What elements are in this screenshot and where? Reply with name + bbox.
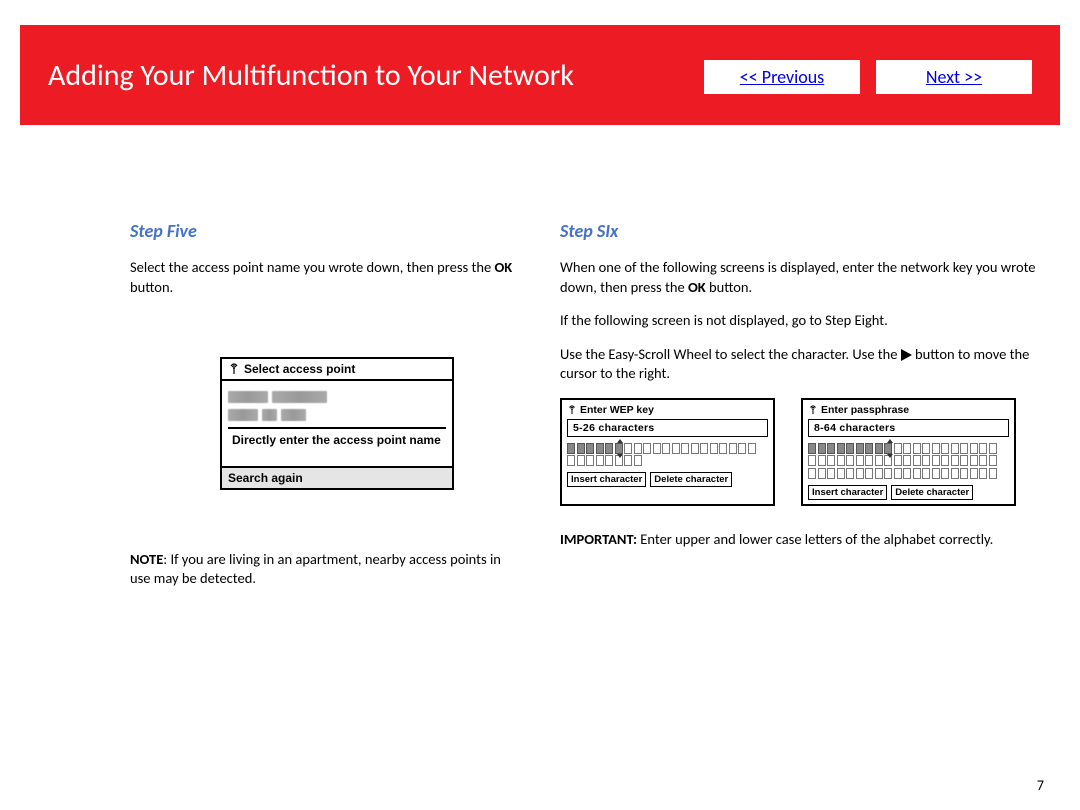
- next-button[interactable]: Next >>: [876, 60, 1032, 94]
- antenna-icon: [567, 405, 577, 415]
- text: button.: [130, 278, 173, 296]
- lcd-enter-passphrase: Enter passphrase 8-64 characters: [801, 398, 1016, 506]
- blurred-text: [281, 409, 306, 421]
- blurred-text: [228, 409, 258, 421]
- mini-lcd-title: Enter WEP key: [567, 404, 768, 416]
- note-label: NOTE: [130, 550, 163, 568]
- step-six-heading: Step SIx: [560, 220, 1040, 242]
- lcd-search-again: Search again: [222, 466, 452, 488]
- lcd-direct-entry: Directly enter the access point name: [228, 427, 446, 461]
- lcd-entry-screens: Enter WEP key 5-26 characters Insert cha…: [560, 398, 1040, 506]
- right-arrow-icon: [901, 349, 912, 361]
- step-six-paragraph-3: Use the Easy-Scroll Wheel to select the …: [560, 345, 1040, 384]
- page-title: Adding Your Multifunction to Your Networ…: [48, 57, 704, 94]
- passphrase-input-hint: 8-64 characters: [808, 419, 1009, 437]
- blurred-text: [228, 391, 268, 403]
- blurred-text: [272, 391, 327, 403]
- column-step-five: Step Five Select the access point name y…: [130, 220, 520, 770]
- char-row: [808, 468, 1009, 479]
- blurred-text: [262, 409, 277, 421]
- ok-label: OK: [494, 258, 512, 276]
- step-five-paragraph: Select the access point name you wrote d…: [130, 258, 520, 297]
- step-five-heading: Step Five: [130, 220, 520, 242]
- nav-buttons: << Previous Next >>: [704, 56, 1032, 94]
- title-text: Enter WEP key: [580, 404, 654, 416]
- access-point-row: [228, 391, 446, 403]
- mini-lcd-actions: Insert character Delete character: [808, 485, 1009, 500]
- important-label: IMPORTANT:: [560, 530, 637, 548]
- previous-button[interactable]: << Previous: [704, 60, 860, 94]
- title-text: Enter passphrase: [821, 404, 909, 416]
- insert-character-button: Insert character: [808, 485, 887, 500]
- character-grid: [808, 443, 1009, 479]
- step-five-note: NOTE: If you are living in an apartment,…: [130, 550, 520, 589]
- text: button.: [706, 278, 753, 296]
- important-text: Enter upper and lower case letters of th…: [637, 530, 993, 548]
- ok-label: OK: [688, 278, 706, 296]
- antenna-icon: [808, 405, 818, 415]
- lcd-select-access-point: Select access point Directly enter the a…: [220, 357, 454, 489]
- step-six-paragraph-1: When one of the following screens is dis…: [560, 258, 1040, 297]
- content-area: Step Five Select the access point name y…: [130, 220, 1040, 770]
- mini-lcd-actions: Insert character Delete character: [567, 472, 768, 487]
- character-grid: [567, 443, 768, 467]
- text: Use the Easy-Scroll Wheel to select the …: [560, 345, 901, 363]
- step-six-paragraph-2: If the following screen is not displayed…: [560, 311, 1040, 331]
- delete-character-button: Delete character: [650, 472, 732, 487]
- char-row: [567, 455, 768, 466]
- column-step-six: Step SIx When one of the following scree…: [560, 220, 1040, 770]
- char-row: [567, 443, 768, 454]
- document-page: Adding Your Multifunction to Your Networ…: [0, 0, 1080, 810]
- header-bar: Adding Your Multifunction to Your Networ…: [20, 25, 1060, 125]
- step-six-important: IMPORTANT: Enter upper and lower case le…: [560, 530, 1040, 550]
- page-number: 7: [1037, 777, 1044, 794]
- char-row: [808, 443, 1009, 454]
- char-row: [808, 455, 1009, 466]
- text: When one of the following screens is dis…: [560, 258, 1036, 296]
- wep-input-hint: 5-26 characters: [567, 419, 768, 437]
- access-point-row: [228, 409, 446, 421]
- lcd-header: Select access point: [222, 359, 452, 381]
- lcd-title: Select access point: [244, 362, 355, 376]
- delete-character-button: Delete character: [891, 485, 973, 500]
- lcd-enter-wep-key: Enter WEP key 5-26 characters Insert cha…: [560, 398, 775, 506]
- note-text: : If you are living in an apartment, nea…: [130, 550, 501, 588]
- antenna-icon: [228, 363, 240, 375]
- insert-character-button: Insert character: [567, 472, 646, 487]
- lcd-body: Directly enter the access point name: [222, 381, 452, 465]
- mini-lcd-title: Enter passphrase: [808, 404, 1009, 416]
- text: Select the access point name you wrote d…: [130, 258, 494, 276]
